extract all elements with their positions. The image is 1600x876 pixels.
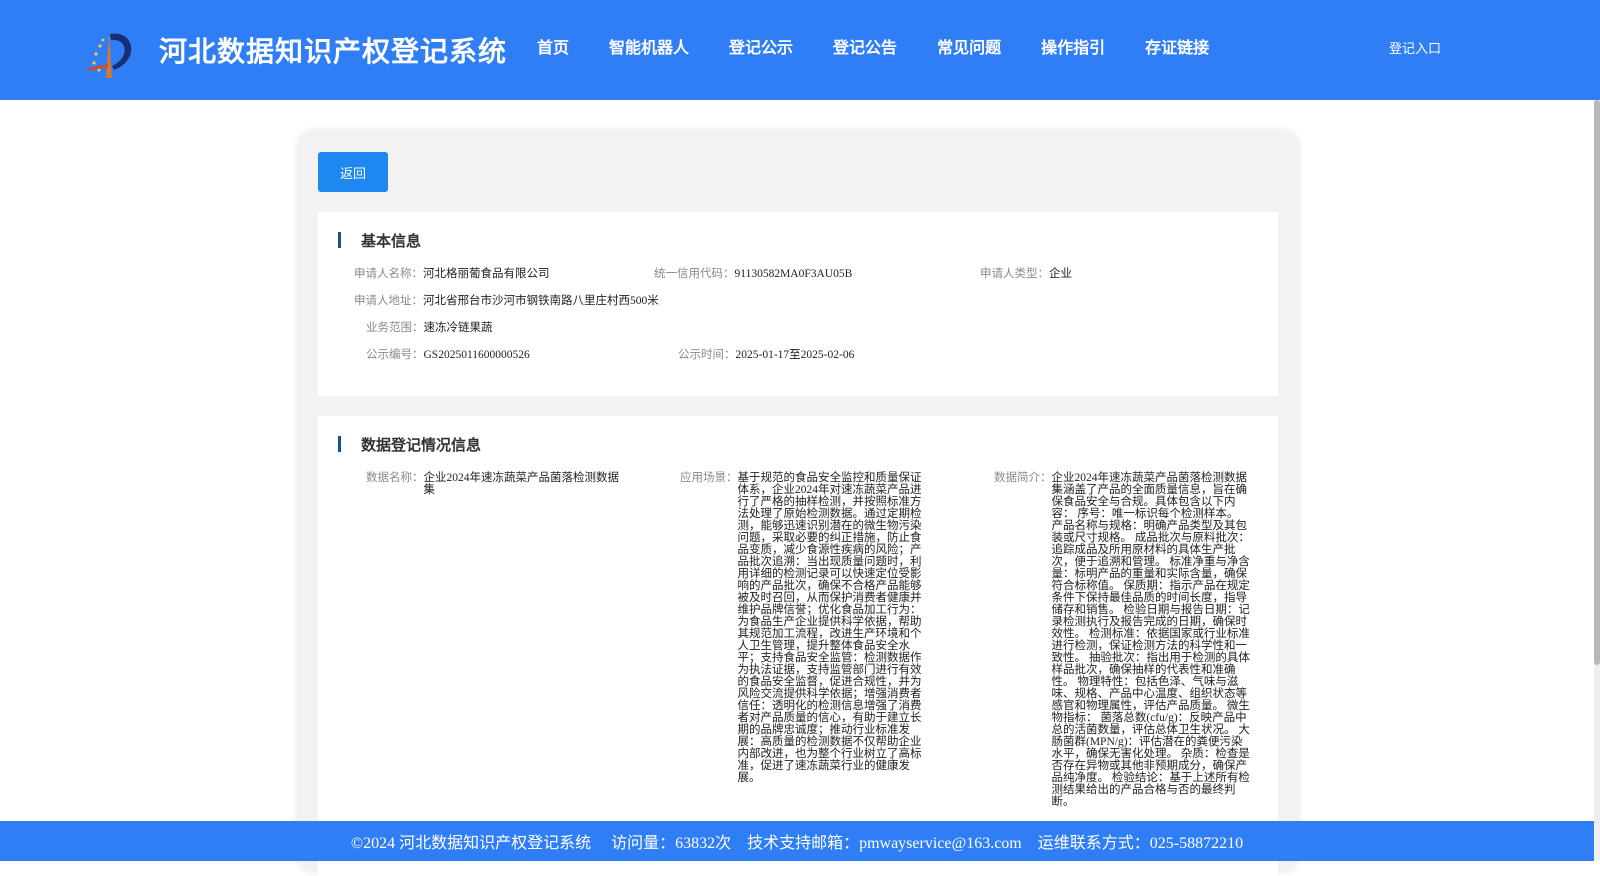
application-scene-value: 基于规范的食品安全监控和质量保证体系，企业2024年对速冻蔬菜产品进行了严格的抽… bbox=[737, 472, 922, 784]
nav-home[interactable]: 首页 bbox=[537, 36, 569, 60]
back-button[interactable]: 返回 bbox=[318, 152, 388, 192]
scope-value: 速冻冷链果蔬 bbox=[423, 322, 493, 334]
data-intro-label: 数据简介： bbox=[994, 472, 1052, 484]
nav-faq[interactable]: 常见问题 bbox=[937, 36, 1001, 60]
address-field: 申请人地址： 河北省邢台市沙河市钢铁南路八里庄村西500米 bbox=[354, 295, 659, 307]
nav-registration-publicity[interactable]: 登记公示 bbox=[729, 36, 793, 60]
data-registration-card: 数据登记情况信息 数据名称： 企业2024年速冻蔬菜产品菌落检测数据集 应用场景… bbox=[318, 416, 1278, 876]
nav-guide[interactable]: 操作指引 bbox=[1041, 36, 1105, 60]
basic-info-title: 基本信息 bbox=[361, 231, 422, 250]
scope-field: 业务范围： 速冻冷链果蔬 bbox=[366, 322, 493, 334]
applicant-type-field: 申请人类型： 企业 bbox=[980, 268, 1072, 280]
data-registration-header: 数据登记情况信息 bbox=[338, 435, 482, 454]
credit-code-label: 统一信用代码： bbox=[654, 268, 735, 280]
data-name-value: 企业2024年速冻蔬菜产品菌落检测数据集 bbox=[423, 472, 620, 496]
data-name-field: 数据名称： 企业2024年速冻蔬菜产品菌落检测数据集 bbox=[366, 472, 626, 496]
application-scene-label: 应用场景： bbox=[680, 472, 738, 484]
footer: ©2024 河北数据知识产权登记系统 访问量：63832次 技术支持邮箱：pmw… bbox=[0, 821, 1594, 861]
address-label: 申请人地址： bbox=[354, 295, 423, 307]
address-value: 河北省邢台市沙河市钢铁南路八里庄村西500米 bbox=[423, 295, 659, 307]
applicant-type-value: 企业 bbox=[1049, 268, 1072, 280]
applicant-name-value: 河北格丽葡食品有限公司 bbox=[423, 268, 550, 280]
applicant-name-label: 申请人名称： bbox=[354, 268, 423, 280]
detail-panel: 返回 基本信息 申请人名称： 河北格丽葡食品有限公司 统一信用代码： 91130… bbox=[298, 131, 1298, 876]
data-intro-value: 企业2024年速冻蔬菜产品菌落检测数据集涵盖了产品的全面质量信息，旨在确保食品安… bbox=[1051, 472, 1250, 808]
credit-code-field: 统一信用代码： 91130582MA0F3AU05B bbox=[654, 268, 852, 280]
basic-info-header: 基本信息 bbox=[338, 231, 422, 250]
application-scene-field: 应用场景： 基于规范的食品安全监控和质量保证体系，企业2024年对速冻蔬菜产品进… bbox=[680, 472, 946, 784]
credit-code-value: 91130582MA0F3AU05B bbox=[734, 268, 853, 280]
main-nav: 首页 智能机器人 登记公示 登记公告 常见问题 操作指引 存证链接 bbox=[537, 36, 1249, 60]
login-link[interactable]: 登记入口 bbox=[1389, 38, 1441, 57]
nav-robot[interactable]: 智能机器人 bbox=[609, 36, 689, 60]
top-header: 河北数据知识产权登记系统 首页 智能机器人 登记公示 登记公告 常见问题 操作指… bbox=[0, 0, 1600, 100]
data-intro-field: 数据简介： 企业2024年速冻蔬菜产品菌落检测数据集涵盖了产品的全面质量信息，旨… bbox=[994, 472, 1264, 808]
notice-time-label: 公示时间： bbox=[678, 349, 736, 361]
applicant-name-field: 申请人名称： 河北格丽葡食品有限公司 bbox=[354, 268, 550, 280]
page-scrollbar[interactable] bbox=[1594, 100, 1600, 860]
hebei-logo-icon[interactable] bbox=[80, 24, 136, 80]
notice-no-label: 公示编号： bbox=[366, 349, 424, 361]
notice-no-field: 公示编号： GS2025011600000526 bbox=[366, 349, 530, 361]
data-name-label: 数据名称： bbox=[366, 472, 424, 484]
scrollbar-thumb[interactable] bbox=[1594, 100, 1600, 665]
basic-info-card: 基本信息 申请人名称： 河北格丽葡食品有限公司 统一信用代码： 91130582… bbox=[318, 212, 1278, 396]
notice-time-field: 公示时间： 2025-01-17至2025-02-06 bbox=[678, 349, 854, 361]
section-marker bbox=[338, 232, 341, 248]
data-registration-title: 数据登记情况信息 bbox=[361, 435, 482, 454]
notice-time-value: 2025-01-17至2025-02-06 bbox=[735, 349, 855, 361]
scope-label: 业务范围： bbox=[366, 322, 424, 334]
nav-evidence-link[interactable]: 存证链接 bbox=[1145, 36, 1209, 60]
site-title: 河北数据知识产权登记系统 bbox=[159, 35, 508, 68]
section-marker bbox=[338, 436, 341, 452]
footer-text: ©2024 河北数据知识产权登记系统 访问量：63832次 技术支持邮箱：pmw… bbox=[350, 835, 1244, 852]
applicant-type-label: 申请人类型： bbox=[980, 268, 1049, 280]
nav-registration-announcement[interactable]: 登记公告 bbox=[833, 36, 897, 60]
notice-no-value: GS2025011600000526 bbox=[423, 349, 530, 361]
